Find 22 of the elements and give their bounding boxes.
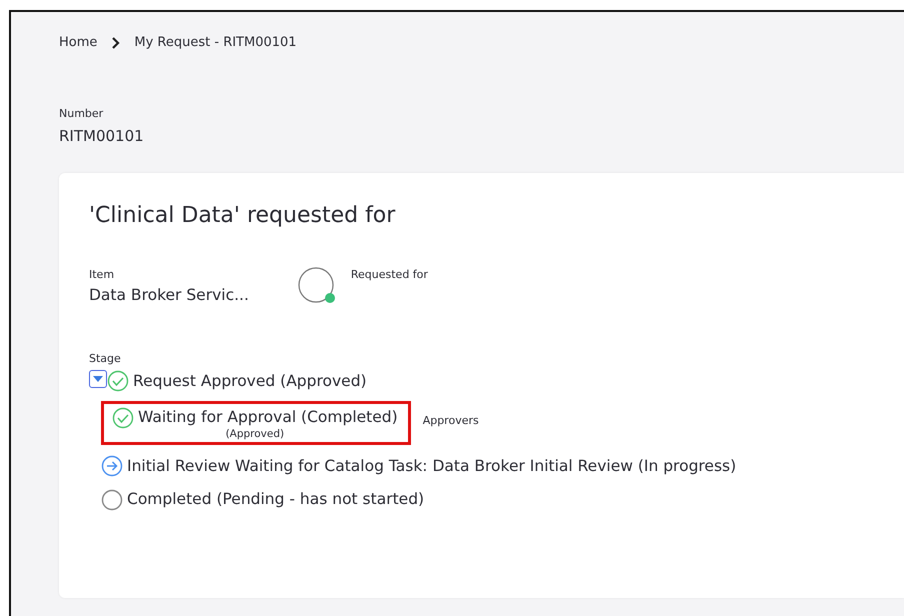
card-title: 'Clinical Data' requested for: [89, 203, 396, 230]
arrow-circle-icon: [101, 455, 123, 478]
breadcrumb-link[interactable]: My Request - RITM00101: [134, 33, 297, 53]
field-value: RITM00101: [59, 126, 145, 146]
approvers-label: Approvers: [422, 412, 479, 429]
check-circle-icon: [112, 406, 134, 429]
breadcrumb-link[interactable]: Home: [59, 33, 98, 53]
stage-label: Waiting for Approval (Completed): [138, 406, 398, 428]
field-label: Requested for: [350, 267, 428, 284]
stage-label: Request Approved (Approved): [133, 370, 367, 392]
stage-label: Initial Review Waiting for Catalog Task: Data Broker Initial Review (In progress): [127, 456, 736, 477]
field-label: Number: [59, 106, 104, 122]
empty-circle-icon: [101, 488, 123, 511]
chevron-icon: [111, 37, 120, 49]
stage-label: Completed (Pending - has not started): [127, 488, 424, 510]
field-label: Item: [89, 267, 116, 284]
caret-icon: [93, 376, 103, 382]
field-label: Stage: [89, 351, 122, 368]
field-value: Data Broker Servic...: [89, 284, 249, 306]
stage-status: (Approved): [226, 428, 284, 440]
expand-toggle[interactable]: [89, 370, 107, 388]
check-circle-icon: [107, 370, 129, 392]
